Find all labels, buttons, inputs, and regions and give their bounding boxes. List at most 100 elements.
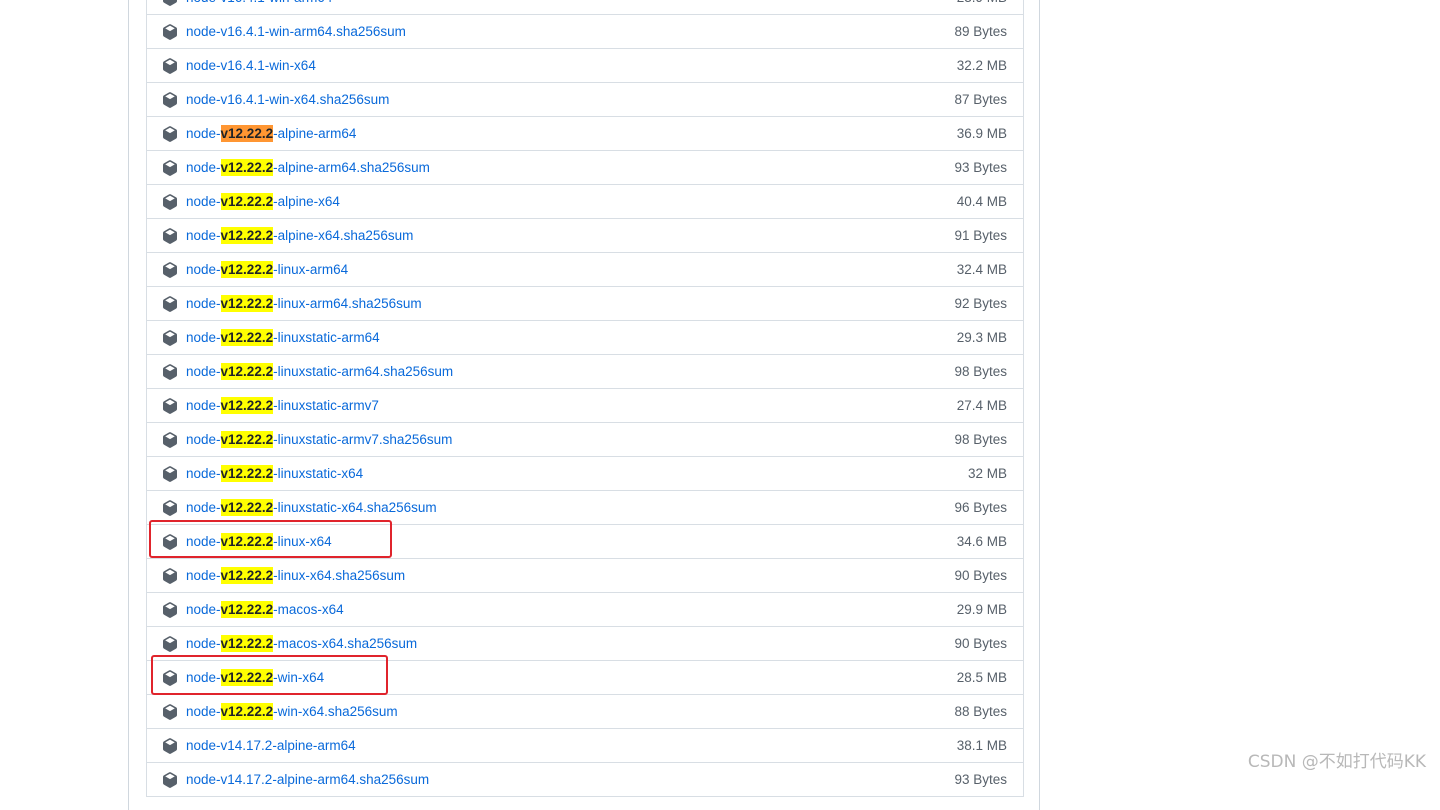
asset-name-prefix: node- bbox=[186, 364, 221, 379]
search-match-highlight: v12.22.2 bbox=[220, 499, 274, 516]
asset-size: 40.4 MB bbox=[956, 194, 1007, 209]
package-icon bbox=[163, 126, 177, 142]
asset-download-link[interactable]: node-v12.22.2-linux-arm64 bbox=[186, 253, 348, 286]
asset-download-link[interactable]: node-v14.17.2-alpine-arm64.sha256sum bbox=[186, 763, 429, 796]
asset-download-link[interactable]: node-v12.22.2-alpine-arm64 bbox=[186, 117, 356, 150]
asset-download-link[interactable]: node-v12.22.2-linuxstatic-x64.sha256sum bbox=[186, 491, 437, 524]
asset-row: node-v16.4.1-win-arm64.sha256sum 89 Byte… bbox=[147, 15, 1023, 49]
asset-row: node-v12.22.2-alpine-arm64.sha256sum 93 … bbox=[147, 151, 1023, 185]
asset-name-prefix: node- bbox=[186, 500, 221, 515]
asset-name-prefix: node- bbox=[186, 466, 221, 481]
asset-download-link[interactable]: node-v16.4.1-win-arm64.sha256sum bbox=[186, 15, 406, 48]
asset-download-link[interactable]: node-v16.4.1-win-arm64 bbox=[186, 0, 332, 14]
asset-size: 91 Bytes bbox=[954, 228, 1007, 243]
search-match-highlight: v12.22.2 bbox=[220, 465, 274, 482]
search-match-highlight: v12.22.2 bbox=[220, 533, 274, 550]
search-match-highlight: v12.22.2 bbox=[220, 397, 274, 414]
asset-name-suffix: -linuxstatic-arm64.sha256sum bbox=[273, 364, 454, 379]
package-icon bbox=[163, 772, 177, 788]
asset-name-prefix: node- bbox=[186, 262, 221, 277]
asset-row: node-v12.22.2-linux-x64.sha256sum 90 Byt… bbox=[147, 559, 1023, 593]
asset-row: node-v12.22.2-linuxstatic-x64 32 MB bbox=[147, 457, 1023, 491]
asset-name-suffix: -linux-arm64.sha256sum bbox=[273, 296, 422, 311]
asset-row: node-v14.17.2-alpine-arm64.sha256sum 93 … bbox=[147, 763, 1023, 797]
package-icon bbox=[163, 364, 177, 380]
search-match-current-highlight: v12.22.2 bbox=[220, 125, 274, 142]
asset-download-link[interactable]: node-v12.22.2-linuxstatic-arm64 bbox=[186, 321, 380, 354]
asset-download-link[interactable]: node-v12.22.2-linuxstatic-armv7.sha256su… bbox=[186, 423, 452, 456]
asset-row: node-v12.22.2-linuxstatic-arm64.sha256su… bbox=[147, 355, 1023, 389]
asset-name-prefix: node- bbox=[186, 704, 221, 719]
asset-row: node-v12.22.2-macos-x64.sha256sum 90 Byt… bbox=[147, 627, 1023, 661]
package-icon bbox=[163, 296, 177, 312]
asset-name-prefix: node- bbox=[186, 432, 221, 447]
asset-name-prefix: node-v14.17.2-alpine-arm64 bbox=[186, 738, 356, 753]
asset-row: node-v12.22.2-linuxstatic-arm64 29.3 MB bbox=[147, 321, 1023, 355]
asset-row: node-v16.4.1-win-x64 32.2 MB bbox=[147, 49, 1023, 83]
asset-row: node-v16.4.1-win-arm64 23.9 MB bbox=[147, 0, 1023, 15]
asset-download-link[interactable]: node-v12.22.2-win-x64 bbox=[186, 661, 324, 694]
search-match-highlight: v12.22.2 bbox=[220, 227, 274, 244]
asset-name-suffix: -macos-x64 bbox=[273, 602, 344, 617]
search-match-highlight: v12.22.2 bbox=[220, 703, 274, 720]
package-icon bbox=[163, 636, 177, 652]
asset-size: 23.9 MB bbox=[957, 0, 1007, 14]
asset-name-suffix: -linuxstatic-arm64 bbox=[273, 330, 380, 345]
asset-name-suffix: -linux-x64.sha256sum bbox=[273, 568, 406, 583]
asset-size: 32.2 MB bbox=[956, 58, 1007, 73]
asset-download-link[interactable]: node-v12.22.2-alpine-x64 bbox=[186, 185, 340, 218]
asset-size: 96 Bytes bbox=[954, 500, 1007, 515]
asset-name-suffix: -win-x64.sha256sum bbox=[273, 704, 398, 719]
asset-download-link[interactable]: node-v12.22.2-alpine-arm64.sha256sum bbox=[186, 151, 430, 184]
asset-name-prefix: node-v14.17.2-alpine-arm64.sha256sum bbox=[186, 772, 430, 787]
search-match-highlight: v12.22.2 bbox=[220, 567, 274, 584]
asset-download-link[interactable]: node-v14.17.2-alpine-arm64 bbox=[186, 729, 356, 762]
search-match-highlight: v12.22.2 bbox=[220, 635, 274, 652]
asset-size: 89 Bytes bbox=[954, 24, 1007, 39]
asset-download-link[interactable]: node-v12.22.2-macos-x64.sha256sum bbox=[186, 627, 417, 660]
search-match-highlight: v12.22.2 bbox=[220, 295, 274, 312]
search-match-highlight: v12.22.2 bbox=[220, 159, 274, 176]
asset-name-suffix: -linux-x64 bbox=[273, 534, 332, 549]
asset-download-link[interactable]: node-v12.22.2-linux-x64.sha256sum bbox=[186, 559, 405, 592]
search-match-highlight: v12.22.2 bbox=[220, 601, 274, 618]
package-icon bbox=[163, 92, 177, 108]
package-icon bbox=[163, 160, 177, 176]
package-icon bbox=[163, 568, 177, 584]
asset-size: 93 Bytes bbox=[954, 160, 1007, 175]
asset-download-link[interactable]: node-v16.4.1-win-x64 bbox=[186, 49, 316, 82]
asset-size: 34.6 MB bbox=[956, 534, 1007, 549]
asset-name-suffix: -linuxstatic-x64.sha256sum bbox=[273, 500, 437, 515]
asset-name-prefix: node- bbox=[186, 330, 221, 345]
package-icon bbox=[163, 330, 177, 346]
asset-size: 90 Bytes bbox=[954, 636, 1007, 651]
asset-name-suffix: -linuxstatic-armv7.sha256sum bbox=[273, 432, 453, 447]
asset-name-prefix: node- bbox=[186, 126, 221, 141]
asset-size: 29.9 MB bbox=[956, 602, 1007, 617]
asset-name-prefix: node- bbox=[186, 228, 221, 243]
asset-download-link[interactable]: node-v12.22.2-linux-arm64.sha256sum bbox=[186, 287, 422, 320]
asset-download-link[interactable]: node-v12.22.2-linux-x64 bbox=[186, 525, 332, 558]
asset-size: 38.1 MB bbox=[956, 738, 1007, 753]
asset-download-link[interactable]: node-v12.22.2-macos-x64 bbox=[186, 593, 344, 626]
package-icon bbox=[163, 432, 177, 448]
asset-row: node-v12.22.2-linux-arm64 32.4 MB bbox=[147, 253, 1023, 287]
asset-download-link[interactable]: node-v16.4.1-win-x64.sha256sum bbox=[186, 83, 389, 116]
search-match-highlight: v12.22.2 bbox=[220, 363, 274, 380]
asset-name-prefix: node- bbox=[186, 568, 221, 583]
asset-name-prefix: node- bbox=[186, 636, 221, 651]
asset-download-link[interactable]: node-v12.22.2-linuxstatic-arm64.sha256su… bbox=[186, 355, 453, 388]
asset-download-link[interactable]: node-v12.22.2-linuxstatic-x64 bbox=[186, 457, 363, 490]
asset-row: node-v12.22.2-alpine-arm64 36.9 MB bbox=[147, 117, 1023, 151]
asset-row: node-v16.4.1-win-x64.sha256sum 87 Bytes bbox=[147, 83, 1023, 117]
asset-row: node-v12.22.2-win-x64.sha256sum 88 Bytes bbox=[147, 695, 1023, 729]
asset-row: node-v14.17.2-alpine-arm64 38.1 MB bbox=[147, 729, 1023, 763]
asset-download-link[interactable]: node-v12.22.2-alpine-x64.sha256sum bbox=[186, 219, 413, 252]
asset-download-link[interactable]: node-v12.22.2-win-x64.sha256sum bbox=[186, 695, 398, 728]
package-icon bbox=[163, 500, 177, 516]
asset-size: 93 Bytes bbox=[954, 772, 1007, 787]
asset-name-prefix: node-v16.4.1-win-arm64 bbox=[186, 0, 332, 5]
asset-download-link[interactable]: node-v12.22.2-linuxstatic-armv7 bbox=[186, 389, 379, 422]
package-icon bbox=[163, 398, 177, 414]
package-icon bbox=[163, 534, 177, 550]
